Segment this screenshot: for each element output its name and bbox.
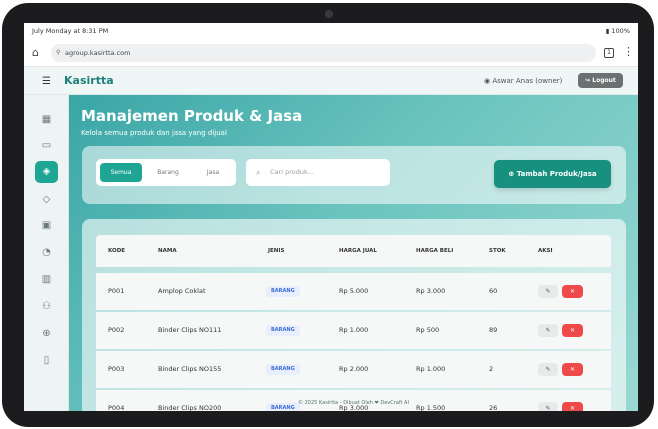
table-header: KODE NAMA JENIS HARGA JUAL HARGA BELI ST…: [96, 235, 611, 267]
address-bar[interactable]: ⚲ agroup.kasirtta.com: [51, 44, 596, 62]
user-name: Aswar Anas (owner): [492, 77, 563, 85]
tablet-frame: July Monday at 8:31 PM ▮ 100% ⌂ ⚲ agroup…: [2, 3, 654, 427]
cell-kode: P002: [108, 326, 125, 334]
more-menu-icon[interactable]: ⋮: [623, 46, 634, 58]
status-bar: July Monday at 8:31 PM ▮ 100%: [24, 23, 638, 39]
cell-nama: Amplop Coklat: [158, 287, 206, 295]
cell-kode: P001: [108, 287, 125, 295]
book-icon[interactable]: ▯: [35, 350, 58, 372]
delete-icon[interactable]: ✕: [562, 285, 583, 298]
cell-nama: Binder Clips NO111: [158, 326, 222, 334]
battery-level: 100%: [611, 27, 630, 35]
hamburger-menu-icon[interactable]: ☰: [42, 76, 51, 87]
history-icon[interactable]: ◔: [35, 242, 58, 264]
add-product-label: Tambah Produk/Jasa: [516, 170, 597, 178]
url-text: agroup.kasirtta.com: [65, 49, 131, 57]
dashboard-icon[interactable]: ▦: [35, 109, 58, 131]
delete-icon[interactable]: ✕: [562, 324, 583, 337]
cell-stok: 2: [489, 365, 494, 373]
type-badge: BARANG: [266, 364, 300, 375]
sidebar: ▦ ▭ ◈ ◇ ▣ ◔ ▥ ⚇ ⊕ ▯: [24, 95, 69, 411]
product-icon[interactable]: ◈: [35, 161, 58, 183]
filter-panel: Semua Barang Jasa ⌕ Cari produk... ⊕ Tam…: [82, 146, 626, 204]
table-row: P002 Binder Clips NO111 BARANG Rp 1.000 …: [96, 312, 611, 349]
delete-icon[interactable]: ✕: [562, 363, 583, 376]
column-header: NAMA: [158, 248, 177, 254]
column-header: AKSI: [538, 248, 553, 254]
battery-indicator: ▮ 100%: [605, 27, 630, 35]
pos-icon[interactable]: ▭: [35, 135, 58, 157]
report-icon[interactable]: ▥: [35, 269, 58, 291]
edit-icon[interactable]: ✎: [538, 363, 558, 376]
type-filter: Semua Barang Jasa: [96, 159, 236, 186]
user-info: ◉ Aswar Anas (owner): [484, 77, 562, 85]
cell-harga-beli: Rp 1.000: [416, 365, 446, 373]
type-badge: BARANG: [266, 286, 300, 297]
cell-harga-jual: Rp 1.000: [339, 326, 369, 334]
cell-harga-jual: Rp 2.000: [339, 365, 369, 373]
cell-stok: 89: [489, 326, 498, 334]
filter-all-button[interactable]: Semua: [100, 163, 142, 182]
camera: [325, 10, 333, 18]
screen: July Monday at 8:31 PM ▮ 100% ⌂ ⚲ agroup…: [24, 23, 638, 411]
product-table: KODE NAMA JENIS HARGA JUAL HARGA BELI ST…: [82, 219, 626, 411]
main-content: Manajemen Produk & Jasa Kelola semua pro…: [69, 95, 638, 411]
add-icon: ⊕: [508, 170, 517, 178]
page-title: Manajemen Produk & Jasa: [81, 107, 303, 125]
column-header: STOK: [489, 248, 506, 254]
search-placeholder: Cari produk...: [270, 168, 314, 176]
settings-icon[interactable]: ⊕: [35, 323, 58, 345]
home-icon[interactable]: ⌂: [32, 47, 39, 59]
cell-stok: 60: [489, 287, 498, 295]
app-header: ☰ Kasirtta ◉ Aswar Anas (owner) ↪ Logout: [24, 68, 638, 95]
status-time: July Monday at 8:31 PM: [32, 27, 109, 35]
cell-harga-jual: Rp 5.000: [339, 287, 369, 295]
purchase-icon[interactable]: ▣: [35, 215, 58, 237]
table-row: P001 Amplop Coklat BARANG Rp 5.000 Rp 3.…: [96, 273, 611, 310]
table-row: P003 Binder Clips NO155 BARANG Rp 2.000 …: [96, 351, 611, 388]
column-header: HARGA BELI: [416, 248, 454, 254]
stock-icon[interactable]: ◇: [35, 189, 58, 211]
browser-toolbar: ⌂ ⚲ agroup.kasirtta.com 1 ⋮: [24, 39, 638, 67]
cell-harga-beli: Rp 3.000: [416, 287, 446, 295]
users-icon[interactable]: ⚇: [35, 296, 58, 318]
brand-logo: Kasirtta: [64, 74, 114, 87]
footer: © 2025 Kasirtta - Dibuat Oleh ❤ DevCraft…: [298, 400, 409, 406]
lock-icon: ⚲: [56, 49, 61, 56]
cell-kode: P003: [108, 365, 125, 373]
logout-button[interactable]: ↪ Logout: [578, 73, 623, 88]
column-header: HARGA JUAL: [339, 248, 377, 254]
tabs-icon[interactable]: 1: [604, 48, 614, 58]
add-product-button[interactable]: ⊕ Tambah Produk/Jasa: [494, 160, 611, 188]
type-badge: BARANG: [266, 325, 300, 336]
filter-goods-button[interactable]: Barang: [146, 163, 190, 182]
cell-nama: Binder Clips NO155: [158, 365, 222, 373]
search-input[interactable]: ⌕ Cari produk...: [246, 159, 390, 186]
logout-label: Logout: [592, 77, 616, 84]
edit-icon[interactable]: ✎: [538, 324, 558, 337]
cell-harga-beli: Rp 500: [416, 326, 440, 334]
search-icon: ⌕: [256, 168, 261, 177]
column-header: JENIS: [268, 248, 285, 254]
edit-icon[interactable]: ✎: [538, 285, 558, 298]
filter-services-button[interactable]: Jasa: [194, 163, 232, 182]
page-subtitle: Kelola semua produk dan jasa yang dijual: [81, 129, 227, 137]
column-header: KODE: [108, 248, 126, 254]
